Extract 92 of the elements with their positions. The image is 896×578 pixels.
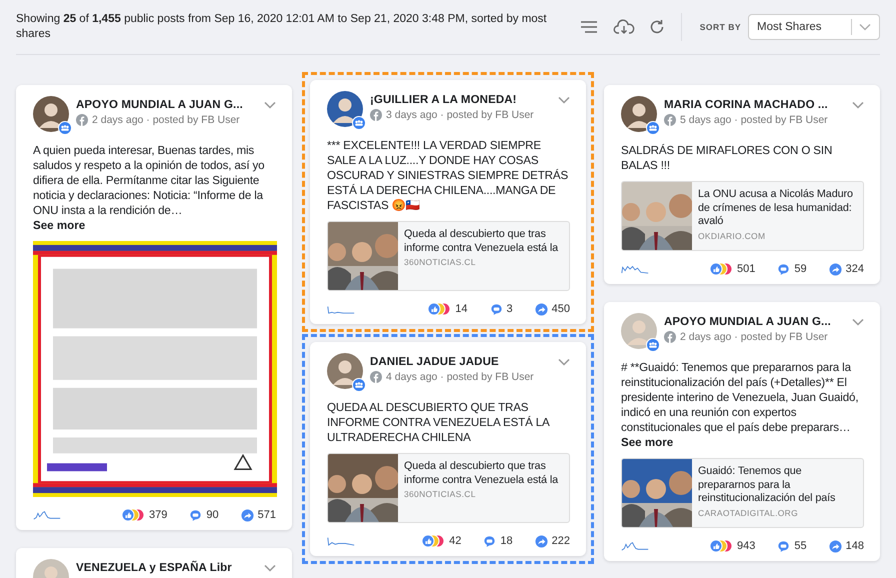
reaction-count: 14 bbox=[455, 303, 468, 315]
comment-icon bbox=[189, 508, 202, 522]
avatar-icon bbox=[327, 91, 363, 127]
post-meta: 3 days ago · posted by FB User bbox=[386, 109, 534, 121]
chevron-down-icon[interactable] bbox=[558, 358, 570, 366]
share-icon bbox=[240, 508, 254, 522]
comment-count: 59 bbox=[794, 263, 807, 275]
sparkline-drawing bbox=[327, 535, 355, 547]
author-name[interactable]: APOYO MUNDIAL A JUAN G... bbox=[76, 99, 264, 111]
share-count: 450 bbox=[552, 303, 570, 315]
reactions-icon bbox=[709, 539, 734, 553]
chevron-down-icon[interactable] bbox=[558, 96, 570, 104]
author-name[interactable]: MARIA CORINA MACHADO ... bbox=[664, 99, 852, 111]
sort-dropdown[interactable]: Most Shares bbox=[748, 14, 880, 40]
share-count: 571 bbox=[258, 509, 276, 521]
avatar-icon bbox=[621, 313, 657, 349]
link-title: La ONU acusa a Nicolás Maduro de crímenes de lesa humanidad: avaló bbox=[698, 188, 854, 228]
post-meta: 5 days ago · posted by FB User bbox=[680, 114, 828, 126]
post-meta: 2 days ago · posted by FB User bbox=[92, 114, 240, 126]
link-domain: CARAOTADIGITAL.ORG bbox=[698, 508, 800, 518]
see-more-link[interactable]: See more bbox=[621, 435, 864, 450]
cloud-download-icon[interactable] bbox=[612, 19, 635, 35]
post-text: *** EXCELENTE!!! LA VERDAD SIEMPRE SALE A LA LUZ....Y DONDE HAY COSAS OSCURAD Y SINIESTRAS SIEMPRE DETRÁS ESTÁ LA DERECHA CHILENA....MANGA DE FASCISTAS 😡🇨🇱 bbox=[327, 138, 570, 213]
link-domain: OKDIARIO.COM bbox=[698, 230, 766, 240]
chevron-down-icon bbox=[859, 23, 871, 31]
post-text: A quien pueda interesar, Buenas tardes, mis saludos y respeto a la opinión de todos, así yo difiera de ella. Permítanme citar las Siguiente noticia y declaraciones: Noticia: “Informe de la ONU insta a la rendición de… bbox=[33, 143, 266, 218]
author-name[interactable]: ¡GUILLIER A LA MONEDA! bbox=[370, 94, 558, 106]
reaction-count: 501 bbox=[737, 263, 756, 275]
comment-icon bbox=[483, 534, 496, 548]
link-preview[interactable]: Queda al descubierto que tras informe contra Venezuela está la 360NOTICIAS.CL bbox=[327, 221, 570, 291]
comment-icon bbox=[777, 262, 790, 276]
reactions-icon bbox=[421, 534, 446, 548]
facebook-icon bbox=[664, 114, 676, 126]
link-domain: 360NOTICIAS.CL bbox=[404, 489, 477, 499]
share-count: 222 bbox=[552, 535, 570, 547]
reactions-icon bbox=[427, 302, 452, 316]
link-title: Guaidó: Tenemos que prepararnos para la reinstitucionalización del país bbox=[698, 465, 836, 506]
refresh-icon[interactable] bbox=[648, 19, 665, 35]
reaction-count: 379 bbox=[149, 509, 168, 521]
chevron-down-icon[interactable] bbox=[264, 564, 276, 572]
chevron-down-icon[interactable] bbox=[264, 101, 276, 109]
comment-icon bbox=[490, 302, 503, 316]
link-preview[interactable]: Guaidó: Tenemos que prepararnos para la reinstitucionalización del país CARAOTADIGITAL.ORG bbox=[621, 458, 864, 528]
share-icon bbox=[828, 262, 842, 276]
facebook-icon bbox=[664, 331, 676, 343]
post-text: QUEDA AL DESCUBIERTO QUE TRAS INFORME CONTRA VENEZUELA ESTÁ LA ULTRADERECHA CHILENA bbox=[327, 400, 550, 445]
reactions-icon bbox=[709, 262, 734, 276]
link-preview[interactable]: Queda al descubierto que tras informe contra Venezuela está la 360NOTICIAS.CL bbox=[327, 453, 570, 523]
chevron-down-icon[interactable] bbox=[852, 318, 864, 326]
share-icon bbox=[534, 534, 548, 548]
author-name[interactable]: VENEZUELA y ESPAÑA Libr bbox=[76, 562, 264, 574]
avatar-icon bbox=[621, 96, 657, 132]
group-badge-icon bbox=[352, 378, 366, 392]
author-name[interactable]: APOYO MUNDIAL A JUAN G... bbox=[664, 316, 852, 328]
share-count: 148 bbox=[846, 540, 864, 552]
facebook-icon bbox=[370, 109, 382, 121]
comment-icon bbox=[777, 540, 790, 552]
reaction-count: 42 bbox=[449, 535, 462, 547]
sort-label: SORT BY bbox=[700, 22, 741, 32]
reaction-count: 943 bbox=[737, 540, 756, 552]
facebook-icon bbox=[76, 114, 88, 126]
link-domain: 360NOTICIAS.CL bbox=[404, 257, 477, 267]
sparkline-drawing bbox=[33, 509, 61, 521]
see-more-link[interactable]: See more bbox=[33, 218, 276, 233]
sparkline-drawing bbox=[621, 263, 649, 275]
comment-count: 18 bbox=[500, 535, 513, 547]
group-badge-icon bbox=[58, 121, 72, 135]
results-summary: Showing 25 of 1,455 public posts from Sep 16, 2020 12:01 AM to Sep 21, 2020 3:48 PM, sorted by most shares bbox=[16, 12, 548, 42]
chevron-down-icon[interactable] bbox=[852, 101, 864, 109]
post-meta: 2 days ago · posted by FB User bbox=[680, 331, 828, 343]
group-badge-icon bbox=[646, 121, 660, 135]
group-badge-icon bbox=[352, 116, 366, 130]
comment-count: 90 bbox=[206, 509, 219, 521]
group-badge-icon bbox=[646, 338, 660, 352]
list-icon[interactable] bbox=[578, 20, 599, 34]
avatar-icon bbox=[33, 96, 69, 132]
comment-count: 55 bbox=[794, 540, 807, 552]
link-title: Queda al descubierto que tras informe contra Venezuela está la bbox=[404, 228, 560, 255]
sparkline-drawing bbox=[621, 540, 649, 552]
post-meta: 4 days ago · posted by FB User bbox=[386, 371, 534, 383]
comment-count: 3 bbox=[506, 303, 513, 315]
avatar-icon bbox=[327, 353, 363, 389]
share-icon bbox=[534, 302, 548, 316]
facebook-icon bbox=[370, 371, 382, 383]
share-count: 324 bbox=[846, 263, 864, 275]
link-preview[interactable]: La ONU acusa a Nicolás Maduro de crímenes de lesa humanidad: avaló OKDIARIO.COM bbox=[621, 181, 864, 251]
share-icon bbox=[828, 540, 842, 552]
author-name[interactable]: DANIEL JADUE JADUE bbox=[370, 356, 558, 368]
reactions-icon bbox=[121, 508, 146, 522]
post-text: SALDRÁS DE MIRAFLORES CON O SIN BALAS !!! bbox=[621, 143, 834, 173]
link-title: Queda al descubierto que tras informe contra Venezuela está la bbox=[404, 460, 560, 487]
post-text: # **Guaidó: Tenemos que prepararnos para la reinstitucionalización del país (+Detalles)** El presidente interino de Venezuela, Juan Guaidó, indicó en una reunión con expertos constitucionales que el país debe preparars… bbox=[621, 360, 860, 435]
